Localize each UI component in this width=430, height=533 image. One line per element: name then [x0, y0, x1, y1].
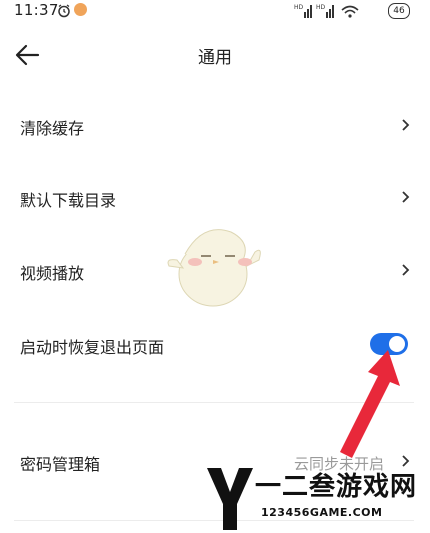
annotation-arrow-icon [340, 350, 400, 458]
notification-icon [74, 3, 87, 16]
battery-icon: 46 [388, 3, 410, 19]
page-title: 通用 [198, 48, 232, 68]
watermark-url: 123456GAME.COM [261, 506, 383, 519]
settings-item-label: 密码管理箱 [20, 455, 101, 474]
chevron-right-icon [402, 264, 410, 276]
header: 通用 [0, 30, 430, 80]
settings-item-clear-cache[interactable]: 清除缓存 [0, 101, 430, 151]
watermark: 一二叁游戏网 123456GAME.COM [205, 462, 430, 533]
alarm-icon [58, 4, 70, 18]
signal-wifi-icon: HD HD [294, 4, 359, 18]
svg-text:HD: HD [316, 4, 326, 11]
settings-item-label: 视频播放 [20, 264, 85, 283]
watermark-logo-icon [207, 468, 253, 530]
watermark-brand: 一二叁游戏网 [255, 472, 418, 502]
chevron-right-icon [402, 119, 410, 131]
chevron-right-icon [402, 191, 410, 203]
settings-item-label: 启动时恢复退出页面 [20, 338, 165, 357]
settings-item-download-dir[interactable]: 默认下载目录 [0, 173, 430, 223]
status-time: 11:37 [14, 1, 59, 19]
status-bar: 11:37 HD HD 46 [0, 0, 430, 22]
settings-item-label: 默认下载目录 [20, 191, 117, 210]
settings-item-label: 清除缓存 [20, 119, 85, 138]
svg-text:HD: HD [294, 4, 304, 11]
mascot-illustration [167, 229, 261, 307]
